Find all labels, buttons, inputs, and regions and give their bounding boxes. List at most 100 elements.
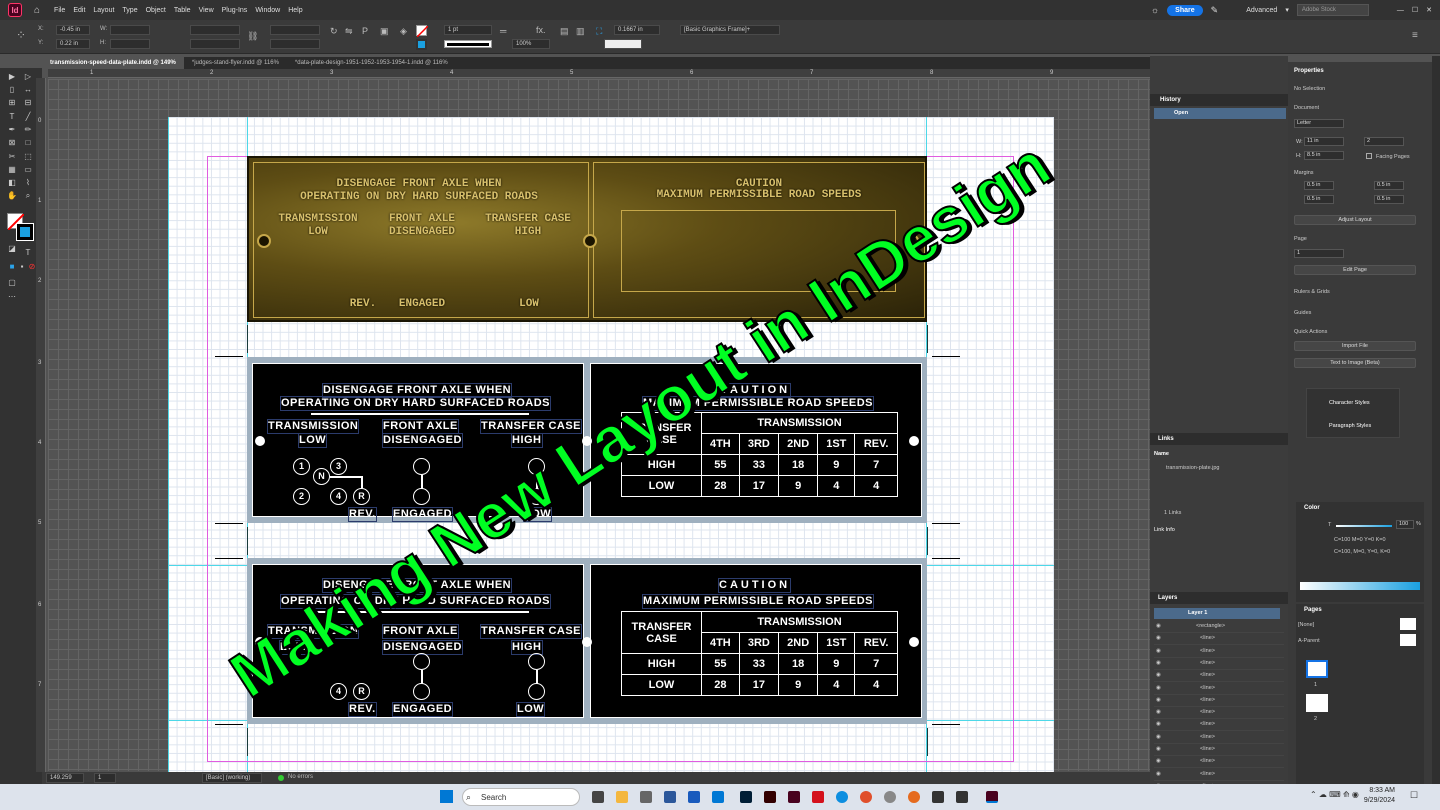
menu-object[interactable]: Object xyxy=(146,7,166,14)
lightbulb-icon[interactable]: ☼ xyxy=(1151,5,1159,15)
rectangle-frame-tool-icon[interactable]: ⊠ xyxy=(7,138,17,148)
system-tray-icons[interactable]: ⌃ ☁ ⌨ ⟰ ◉ xyxy=(1310,790,1359,799)
document-height-field[interactable]: 8.5 in xyxy=(1304,151,1344,160)
corner-options-icon[interactable]: ⛶ xyxy=(596,26,602,37)
note-tool-icon[interactable]: ▭ xyxy=(23,165,33,175)
select-content-icon[interactable]: ◈ xyxy=(400,26,407,37)
photoshop-icon[interactable] xyxy=(740,791,752,803)
scale-y-field[interactable] xyxy=(190,39,240,49)
flip-icon[interactable]: ⇋ xyxy=(345,26,353,37)
x-field[interactable]: -0.45 in xyxy=(56,25,90,35)
parent-thumbnail[interactable] xyxy=(1400,618,1416,630)
facing-pages-checkbox[interactable] xyxy=(1366,153,1372,159)
margin-left-field[interactable]: 0.5 in xyxy=(1374,181,1404,190)
rotate-icon[interactable]: ↻ xyxy=(330,26,338,37)
layer-item[interactable]: ◉ <line> xyxy=(1154,633,1284,646)
layer-item[interactable]: ◉ <line> xyxy=(1154,646,1284,658)
link-info-toggle[interactable]: Link Info xyxy=(1154,527,1175,533)
visibility-eye-icon[interactable]: ◉ xyxy=(1156,635,1161,641)
workspace-switcher[interactable]: Advanced xyxy=(1246,7,1277,14)
color-ramp[interactable] xyxy=(1300,582,1420,590)
chrome-icon[interactable] xyxy=(860,791,872,803)
zoom-field[interactable]: 149.259 xyxy=(46,773,84,783)
firefox-icon[interactable] xyxy=(908,791,920,803)
stroke-icon[interactable]: ═ xyxy=(500,26,506,36)
taskbar-search[interactable]: Search xyxy=(462,788,580,806)
scissors-tool-icon[interactable]: ✂ xyxy=(7,152,17,162)
page-dropdown[interactable]: 1 xyxy=(1294,249,1344,258)
app-icon[interactable] xyxy=(932,791,944,803)
apply-gradient-icon[interactable]: ▪ xyxy=(17,262,27,272)
parent-none[interactable]: [None] xyxy=(1298,622,1314,628)
layer-item[interactable]: ◉ <rectangle> xyxy=(1154,621,1284,633)
margin-bottom-field[interactable]: 0.5 in xyxy=(1304,195,1334,204)
h-field[interactable] xyxy=(110,39,150,49)
edit-page-button[interactable]: Edit Page xyxy=(1294,265,1416,275)
default-colors-icon[interactable]: ◪ xyxy=(7,244,17,254)
apply-color-icon[interactable]: ■ xyxy=(7,262,17,272)
comment-icon[interactable]: ✎ xyxy=(1211,5,1219,16)
eyedropper-tool-icon[interactable]: ⌇ xyxy=(23,178,33,188)
layer-item[interactable]: ◉ <line> xyxy=(1154,744,1284,756)
stroke-type-field[interactable] xyxy=(444,40,492,48)
visibility-eye-icon[interactable]: ◉ xyxy=(1156,746,1161,752)
rotate-field[interactable] xyxy=(270,25,320,35)
visibility-eye-icon[interactable]: ◉ xyxy=(1156,685,1161,691)
menu-table[interactable]: Table xyxy=(174,7,191,14)
page-count-field[interactable]: 2 xyxy=(1364,137,1404,146)
corner-size-field[interactable]: 0.1667 in xyxy=(614,25,660,35)
p-icon[interactable]: P xyxy=(362,26,368,36)
margin-top-field[interactable]: 0.5 in xyxy=(1304,181,1334,190)
maximize-icon[interactable]: ☐ xyxy=(1412,6,1418,14)
calculator-icon[interactable] xyxy=(640,791,652,803)
rectangle-tool-icon[interactable]: □ xyxy=(23,138,33,148)
color-theme-tool-icon[interactable]: ◧ xyxy=(7,178,17,188)
visibility-eye-icon[interactable]: ◉ xyxy=(1156,623,1161,629)
menu-plugins[interactable]: Plug-Ins xyxy=(222,7,248,14)
hand-tool-icon[interactable]: ✋ xyxy=(7,191,17,201)
clock-time[interactable]: 8:33 AM xyxy=(1365,787,1395,794)
y-field[interactable]: 0.22 in xyxy=(56,39,90,49)
tab-transmission-plate[interactable]: transmission-speed-data-plate.indd @ 149… xyxy=(42,57,184,69)
formatting-text-icon[interactable]: T xyxy=(23,248,33,258)
content-placer-icon[interactable]: ⊟ xyxy=(23,98,33,108)
visibility-eye-icon[interactable]: ◉ xyxy=(1156,672,1161,678)
tint-field[interactable]: 100 xyxy=(1396,520,1414,529)
document-preset-dropdown[interactable]: Letter xyxy=(1294,119,1344,128)
windows-start-icon[interactable] xyxy=(440,790,453,803)
history-panel-header[interactable]: History xyxy=(1150,94,1288,106)
layer-item[interactable]: ◉ <line> xyxy=(1154,732,1284,744)
layers-panel-header[interactable]: Layers xyxy=(1150,592,1288,604)
share-button[interactable]: Share xyxy=(1167,4,1203,16)
page-2-thumbnail[interactable] xyxy=(1306,694,1328,712)
line-tool-icon[interactable]: ╱ xyxy=(23,112,33,122)
vertical-ruler[interactable]: 0 1 2 3 4 5 6 7 xyxy=(36,78,46,772)
visibility-eye-icon[interactable]: ◉ xyxy=(1156,758,1161,764)
panel-menu-icon[interactable]: ≡ xyxy=(1412,30,1418,41)
clock-date[interactable]: 9/29/2024 xyxy=(1360,797,1395,804)
stroke-swatch-icon[interactable] xyxy=(416,39,427,50)
links-panel-header[interactable]: Links xyxy=(1150,433,1288,445)
layer-item[interactable]: ◉ <line> xyxy=(1154,670,1284,683)
visibility-eye-icon[interactable]: ◉ xyxy=(1156,648,1161,654)
parent-a[interactable]: A-Parent xyxy=(1298,638,1320,644)
pen-tool-icon[interactable]: ✒ xyxy=(7,125,17,135)
menu-layout[interactable]: Layout xyxy=(93,7,114,14)
layer-row[interactable]: Layer 1 xyxy=(1154,608,1280,619)
page-1-thumbnail[interactable] xyxy=(1306,660,1328,678)
indesign-active-icon[interactable] xyxy=(986,791,998,803)
page-number-field[interactable]: 1 xyxy=(94,773,116,783)
horizontal-ruler[interactable]: 1 2 3 4 5 6 7 8 9 10 xyxy=(48,69,1177,78)
text-wrap-2-icon[interactable]: ▥ xyxy=(576,26,585,37)
text-to-image-button[interactable]: Text to Image (Beta) xyxy=(1294,358,1416,368)
document-width-field[interactable]: 11 in xyxy=(1304,137,1344,146)
layer-item[interactable]: ◉ <line> xyxy=(1154,769,1284,781)
menu-view[interactable]: View xyxy=(199,7,214,14)
layer-item[interactable]: ◉ <line> xyxy=(1154,719,1284,732)
home-icon[interactable]: ⌂ xyxy=(34,5,40,16)
zoom-tool-icon[interactable]: ⌕ xyxy=(23,191,33,201)
stroke-color-icon[interactable] xyxy=(16,223,34,241)
layer-item[interactable]: ◉ <line> xyxy=(1154,756,1284,769)
w-field[interactable] xyxy=(110,25,150,35)
shear-field[interactable] xyxy=(270,39,320,49)
